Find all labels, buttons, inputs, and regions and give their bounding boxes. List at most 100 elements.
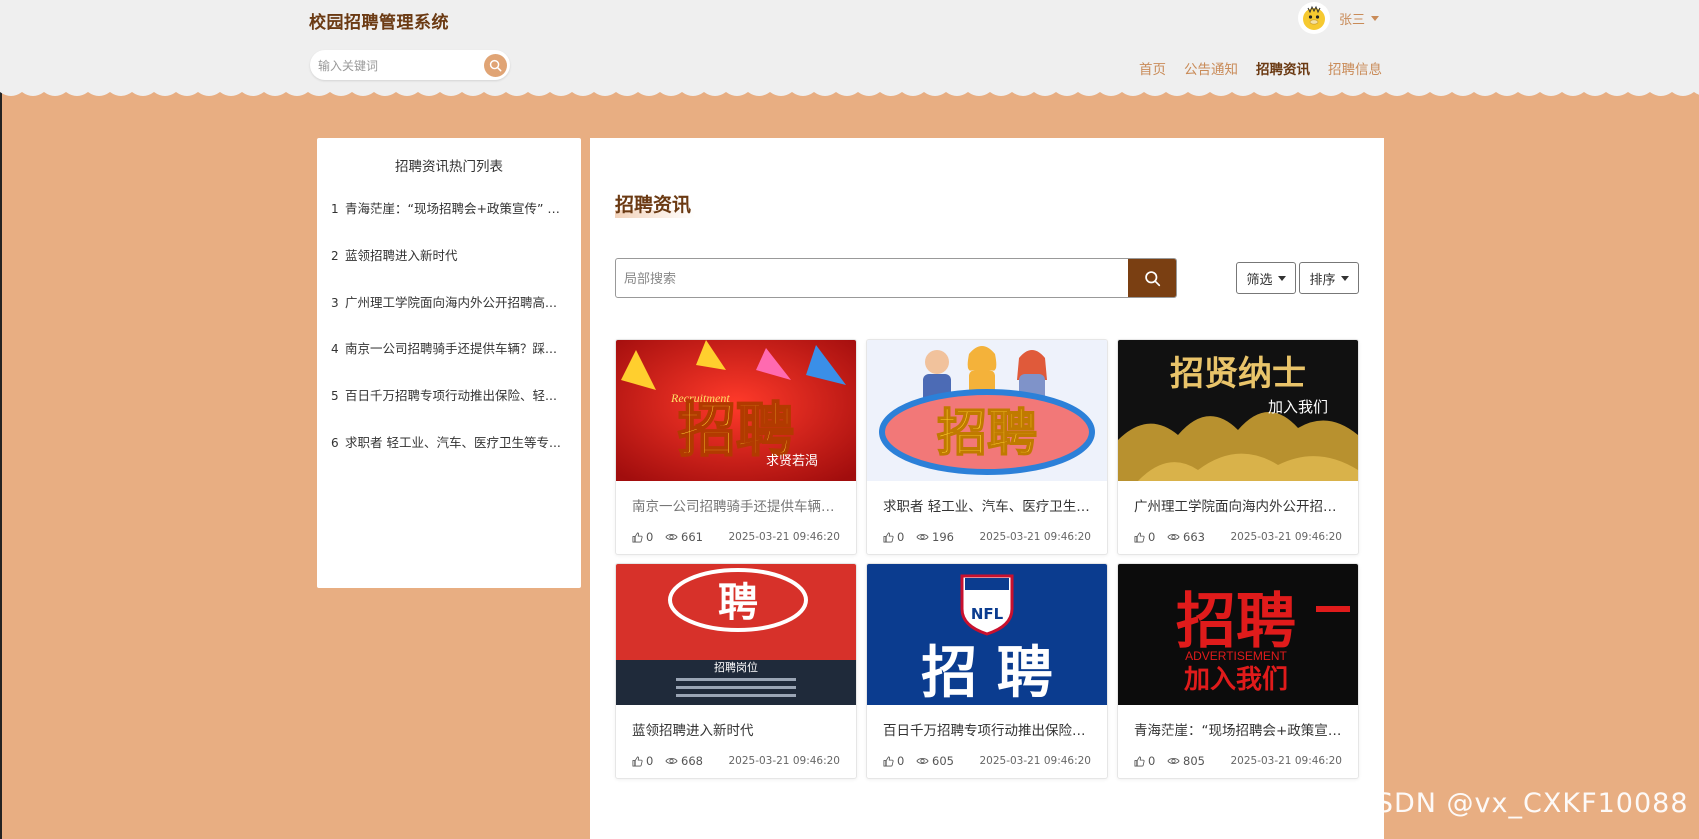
- card-meta: 0 661 2025-03-21 09:46:20: [632, 530, 844, 546]
- view-count: 196: [916, 530, 954, 544]
- card-title: 蓝领招聘进入新时代: [632, 723, 754, 739]
- card-meta: 0 668 2025-03-21 09:46:20: [632, 754, 844, 770]
- hot-list-item[interactable]: 1 青海茫崖：“现场招聘会+政策宣传” 实...: [331, 198, 571, 217]
- like-count[interactable]: 0: [632, 754, 653, 768]
- view-count: 661: [665, 530, 703, 544]
- caret-down-icon: [1340, 275, 1349, 281]
- card-title: 百日千万招聘专项行动推出保险、...: [883, 723, 1093, 739]
- main-nav: 首页 公告通知 招聘资讯 招聘信息: [1130, 58, 1391, 78]
- card-image: Recruitment 招聘 求贤若渴: [616, 340, 856, 481]
- like-count[interactable]: 0: [883, 754, 904, 768]
- hot-list-item[interactable]: 6 求职者 轻工业、汽车、医疗卫生等专...: [331, 432, 571, 451]
- card-image: 聘 招聘岗位: [616, 564, 856, 705]
- hot-list-item[interactable]: 2 蓝领招聘进入新时代: [331, 245, 571, 264]
- card-date: 2025-03-21 09:46:20: [728, 531, 840, 543]
- card-meta: 0 196 2025-03-21 09:46:20: [883, 530, 1095, 546]
- card-date: 2025-03-21 09:46:20: [728, 755, 840, 767]
- card-image: 招聘 ADVERTISEMENT 加入我们: [1118, 564, 1358, 705]
- nav-recruit-info[interactable]: 招聘信息: [1328, 58, 1382, 78]
- eye-icon: [916, 758, 929, 764]
- svg-text:加入我们: 加入我们: [1184, 665, 1288, 695]
- sort-dropdown[interactable]: 排序: [1299, 262, 1359, 294]
- card-image: 招贤纳士 加入我们: [1118, 340, 1358, 481]
- eye-icon: [1167, 758, 1180, 764]
- card-image: 招聘: [867, 340, 1107, 481]
- site-title: 校园招聘管理系统: [309, 13, 449, 33]
- svg-text:聘: 聘: [718, 580, 758, 626]
- keyword-search-input[interactable]: [316, 55, 470, 77]
- news-card[interactable]: 招聘 求职者 轻工业、汽车、医疗卫生等... 0 196 2025-03-21 …: [866, 339, 1108, 555]
- card-title: 广州理工学院面向海内外公开招聘...: [1134, 499, 1344, 515]
- duck-avatar-icon: [1303, 5, 1325, 30]
- window-edge: [0, 0, 2, 839]
- nav-home[interactable]: 首页: [1139, 58, 1166, 78]
- user-menu[interactable]: 张三: [1298, 2, 1380, 34]
- header-search-button[interactable]: [484, 54, 507, 77]
- nav-recruit-news[interactable]: 招聘资讯: [1256, 58, 1310, 78]
- like-count[interactable]: 0: [883, 530, 904, 544]
- eye-icon: [1167, 534, 1180, 540]
- card-image: NFL 招 聘: [867, 564, 1107, 705]
- user-name: 张三: [1339, 12, 1366, 28]
- svg-text:招 聘: 招 聘: [921, 641, 1053, 705]
- view-count: 663: [1167, 530, 1205, 544]
- chevron-down-icon: [1371, 15, 1380, 21]
- eye-icon: [665, 758, 678, 764]
- card-title: 求职者 轻工业、汽车、医疗卫生等...: [883, 499, 1093, 515]
- local-search-button[interactable]: [1128, 259, 1176, 297]
- hot-list-item[interactable]: 5 百日千万招聘专项行动推出保险、轻...: [331, 385, 571, 404]
- hot-list-item[interactable]: 4 南京一公司招聘骑手还提供车辆？踩...: [331, 338, 571, 357]
- filter-dropdown[interactable]: 筛选: [1236, 262, 1296, 294]
- search-icon: [1144, 270, 1160, 286]
- thumb-up-icon: [632, 756, 643, 766]
- search-icon: [489, 59, 502, 72]
- like-count[interactable]: 0: [632, 530, 653, 544]
- local-search-bar: [615, 258, 1177, 298]
- caret-down-icon: [1277, 275, 1286, 281]
- hot-list-title: 招聘资讯热门列表: [395, 159, 503, 175]
- like-count[interactable]: 0: [1134, 530, 1155, 544]
- news-card[interactable]: Recruitment 招聘 求贤若渴 南京一公司招聘骑手还提供车辆？... 0…: [615, 339, 857, 555]
- eye-icon: [916, 534, 929, 540]
- thumb-up-icon: [1134, 532, 1145, 542]
- thumb-up-icon: [883, 756, 894, 766]
- card-date: 2025-03-21 09:46:20: [979, 755, 1091, 767]
- card-meta: 0 805 2025-03-21 09:46:20: [1134, 754, 1346, 770]
- card-date: 2025-03-21 09:46:20: [1230, 531, 1342, 543]
- header-search: [310, 50, 510, 80]
- svg-text:求贤若渴: 求贤若渴: [766, 453, 818, 469]
- news-card[interactable]: 招贤纳士 加入我们 广州理工学院面向海内外公开招聘... 0 663 2025-…: [1117, 339, 1359, 555]
- view-count: 805: [1167, 754, 1205, 768]
- card-date: 2025-03-21 09:46:20: [1230, 755, 1342, 767]
- news-content-panel: 招聘资讯 筛选 排序 Recruitment 招聘 求贤若渴 南京一公司招聘骑手…: [590, 138, 1384, 839]
- svg-text:招聘岗位: 招聘岗位: [714, 660, 758, 674]
- eye-icon: [665, 534, 678, 540]
- thumb-up-icon: [883, 532, 894, 542]
- card-meta: 0 663 2025-03-21 09:46:20: [1134, 530, 1346, 546]
- like-count[interactable]: 0: [1134, 754, 1155, 768]
- local-search-input[interactable]: [622, 268, 1126, 290]
- svg-text:招聘: 招聘: [937, 404, 1037, 462]
- svg-text:NFL: NFL: [971, 605, 1004, 623]
- news-card[interactable]: 聘 招聘岗位 蓝领招聘进入新时代 0 668 2025-03-21 09:46:…: [615, 563, 857, 779]
- page-title: 招聘资讯: [615, 194, 692, 216]
- nav-announcements[interactable]: 公告通知: [1184, 58, 1238, 78]
- card-meta: 0 605 2025-03-21 09:46:20: [883, 754, 1095, 770]
- hot-list-panel: 招聘资讯热门列表 1 青海茫崖：“现场招聘会+政策宣传” 实... 2 蓝领招聘进入…: [317, 138, 581, 588]
- view-count: 668: [665, 754, 703, 768]
- thumb-up-icon: [632, 532, 643, 542]
- news-card[interactable]: NFL 招 聘 百日千万招聘专项行动推出保险、... 0 605 2025-03…: [866, 563, 1108, 779]
- card-date: 2025-03-21 09:46:20: [979, 531, 1091, 543]
- card-title: 南京一公司招聘骑手还提供车辆？...: [632, 499, 842, 515]
- card-title: 青海茫崖：“现场招聘会+政策宣传”...: [1134, 723, 1344, 739]
- svg-text:ADVERTISEMENT: ADVERTISEMENT: [1185, 649, 1287, 663]
- header-wave-divider: [0, 84, 1699, 96]
- hot-list-item[interactable]: 3 广州理工学院面向海内外公开招聘高...: [331, 292, 571, 311]
- thumb-up-icon: [1134, 756, 1145, 766]
- news-card[interactable]: 招聘 ADVERTISEMENT 加入我们 青海茫崖：“现场招聘会+政策宣传”.…: [1117, 563, 1359, 779]
- view-count: 605: [916, 754, 954, 768]
- svg-text:招聘: 招聘: [1176, 587, 1296, 657]
- top-header: 校园招聘管理系统 张三 首页 公告通知 招聘资讯 招聘信息: [0, 0, 1699, 92]
- svg-text:招贤纳士: 招贤纳士: [1170, 354, 1306, 394]
- svg-text:加入我们: 加入我们: [1268, 398, 1328, 416]
